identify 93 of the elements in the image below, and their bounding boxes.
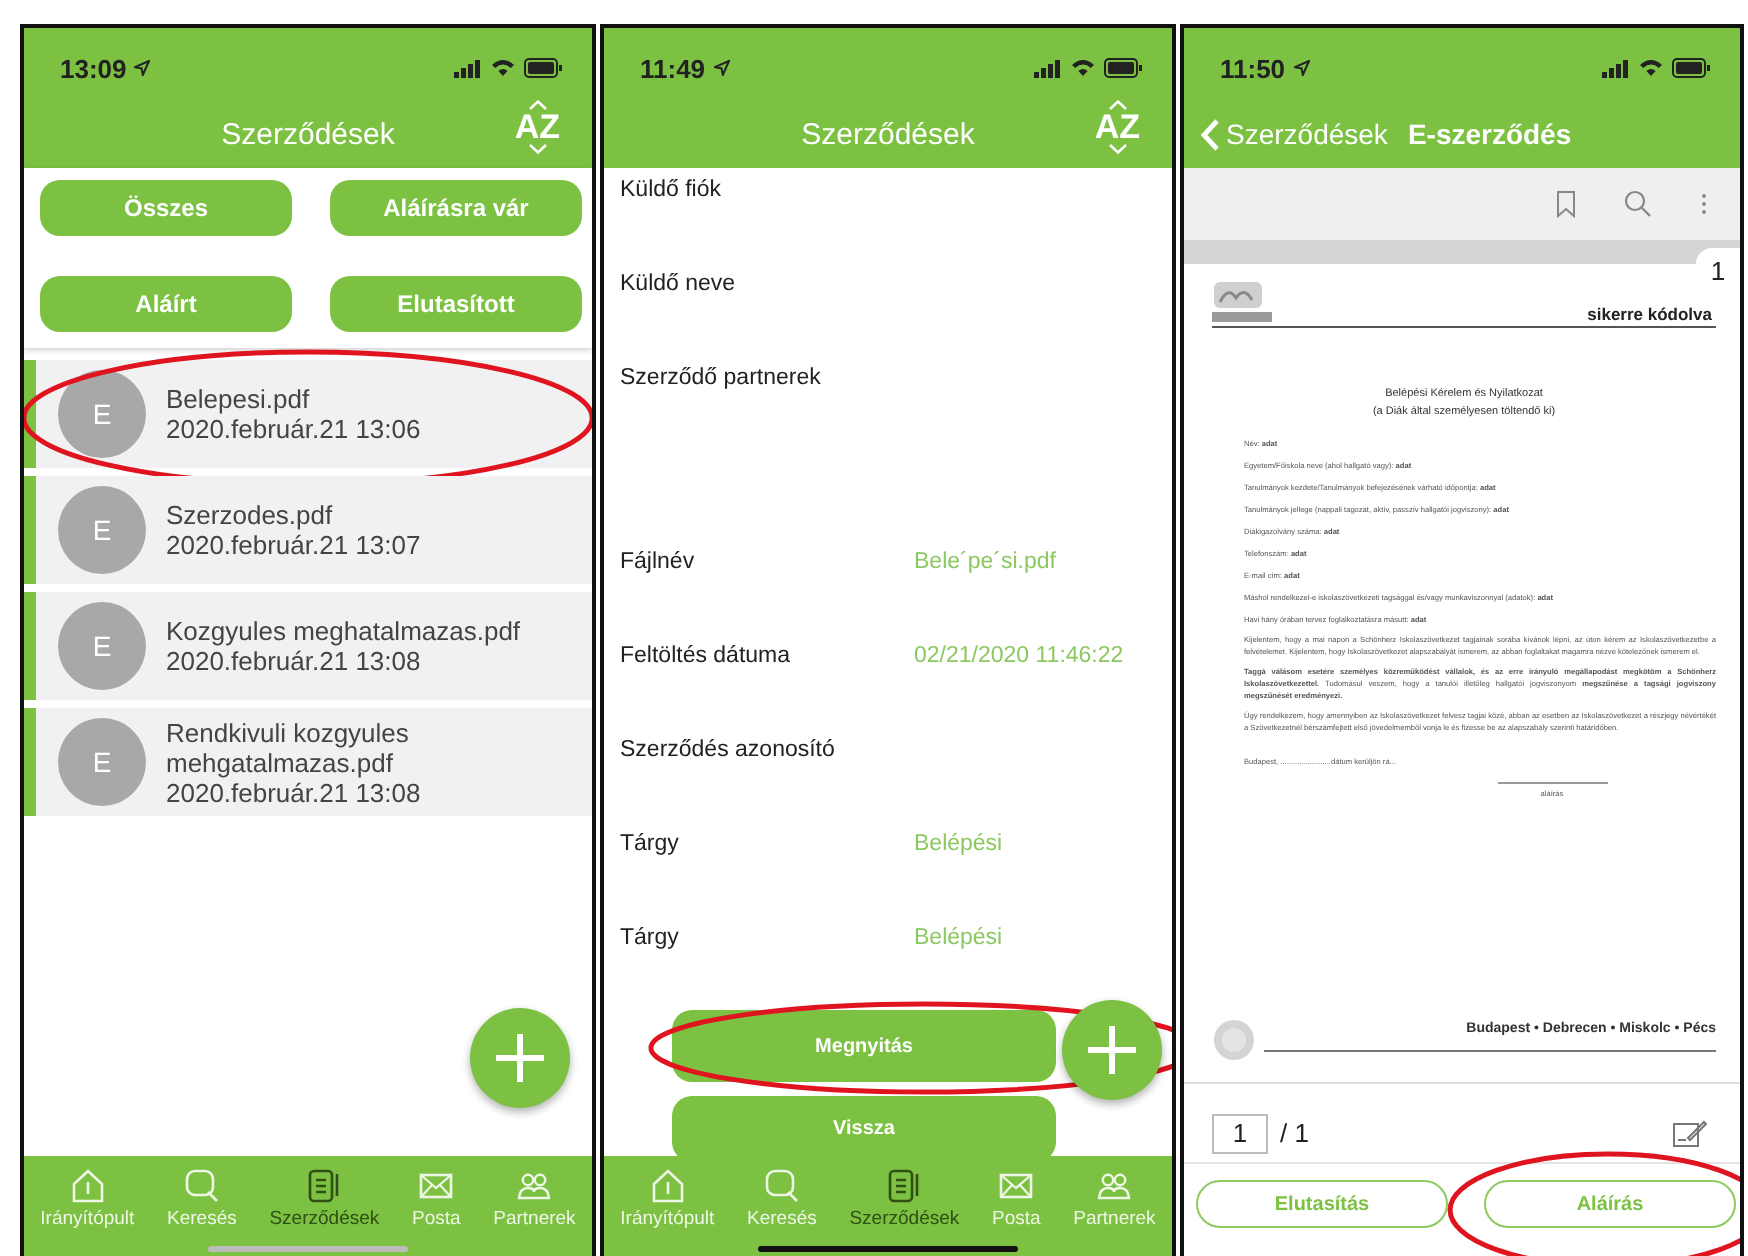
file-name: Szerzodes.pdf <box>166 500 335 530</box>
add-button[interactable] <box>1062 1000 1162 1100</box>
status-label: sikerre kódolva <box>1587 304 1712 324</box>
field-value: Belépési <box>914 832 1003 856</box>
seal-icon <box>1212 1018 1256 1062</box>
more-icon[interactable] <box>1700 192 1708 216</box>
location-icon <box>713 60 730 76</box>
field-label: Feltöltés dátuma <box>620 644 793 668</box>
file-name: Rendkivuli kozgyules mehgatalmazas.pdf <box>166 717 411 777</box>
envelope-icon <box>418 1168 455 1204</box>
envelope-icon <box>998 1168 1035 1204</box>
add-button[interactable] <box>470 1008 570 1108</box>
file-date: 2020.február.21 13:08 <box>166 646 423 676</box>
avatar: E <box>58 370 146 458</box>
signal-icon <box>1602 59 1630 77</box>
filter-button[interactable]: Elutasított <box>330 276 582 332</box>
signal-icon <box>454 59 482 77</box>
chevron-left-icon <box>1200 117 1220 151</box>
field-label: Szerződő partnerek <box>620 366 823 390</box>
tab[interactable]: Irányítópult <box>620 1168 715 1230</box>
signal-icon <box>1034 59 1062 77</box>
back-button[interactable]: Szerződések <box>1200 117 1388 151</box>
screen-title: Szerződések <box>221 117 395 151</box>
document-icon <box>886 1168 923 1204</box>
action-button[interactable]: Vissza <box>672 1096 1056 1162</box>
filter-button[interactable]: Aláírásra vár <box>330 180 582 236</box>
status-time: 13:09 <box>60 53 127 83</box>
action-button[interactable]: Elutasítás <box>1196 1180 1448 1228</box>
field-value: Belépési <box>914 926 1003 950</box>
house-icon <box>69 1168 106 1204</box>
field-value: 02/21/2020 11:46:22 <box>914 644 1124 668</box>
people-icon <box>1096 1168 1133 1204</box>
search-icon <box>183 1168 220 1204</box>
list-item[interactable]: E Kozgyules meghatalmazas.pdf 2020.február.21 13:08 <box>24 592 592 700</box>
caret-up-icon <box>1107 100 1128 110</box>
plus-icon <box>494 1032 546 1084</box>
status-time: 11:49 <box>640 53 706 83</box>
house-icon <box>649 1168 686 1204</box>
search-icon[interactable] <box>1624 190 1652 218</box>
people-icon <box>516 1168 553 1204</box>
file-name: Belepesi.pdf <box>166 384 312 414</box>
avatar: E <box>58 718 146 806</box>
file-date: 2020.február.21 13:07 <box>166 530 423 560</box>
wifi-icon <box>1638 58 1664 78</box>
tab[interactable]: Posta <box>411 1168 461 1230</box>
location-icon <box>1293 60 1310 76</box>
sort-button[interactable]: AZ <box>1094 100 1140 154</box>
page-total: / 1 <box>1280 1118 1309 1148</box>
sort-button[interactable]: AZ <box>514 100 560 154</box>
filter-button[interactable]: Összes <box>40 180 292 236</box>
tab[interactable]: Szerződések <box>269 1168 380 1230</box>
action-button[interactable]: Megnyitás <box>672 1010 1056 1082</box>
file-date: 2020.február.21 13:08 <box>166 777 423 807</box>
list-item[interactable]: E Rendkivuli kozgyules mehgatalmazas.pdf 2020.február.21 13:08 <box>24 708 592 816</box>
plus-icon <box>1086 1024 1138 1076</box>
battery-icon <box>1672 58 1712 78</box>
tab[interactable]: Irányítópult <box>40 1168 135 1230</box>
avatar: E <box>58 602 146 690</box>
bookmark-icon[interactable] <box>1556 190 1576 218</box>
tab[interactable]: Partnerek <box>1073 1168 1156 1230</box>
screen-title: E-szerződés <box>1407 118 1572 150</box>
page-input[interactable]: 1 <box>1212 1113 1268 1153</box>
file-date: 2020.február.21 13:06 <box>166 414 423 444</box>
sign-icon[interactable] <box>1672 1117 1708 1149</box>
field-value: Bele´pe´si.pdf <box>914 550 1056 574</box>
field-label: Tárgy <box>620 926 681 950</box>
screen-title: Szerződések <box>801 117 975 151</box>
wifi-icon <box>1070 58 1096 78</box>
caret-down-icon <box>527 144 548 154</box>
tab[interactable]: Keresés <box>167 1168 237 1230</box>
field-label: Tárgy <box>620 832 681 856</box>
tab[interactable]: Partnerek <box>493 1168 576 1230</box>
battery-icon <box>524 58 564 78</box>
battery-icon <box>1104 58 1144 78</box>
field-label: Küldő fiók <box>620 178 724 202</box>
document-icon <box>306 1168 343 1204</box>
list-item[interactable]: E Szerzodes.pdf 2020.február.21 13:07 <box>24 476 592 584</box>
status-time: 11:50 <box>1220 53 1286 83</box>
filter-button[interactable]: Aláírt <box>40 276 292 332</box>
tab[interactable]: Keresés <box>747 1168 817 1230</box>
field-label: Küldő neve <box>620 272 738 296</box>
tab[interactable]: Szerződések <box>849 1168 960 1230</box>
field-label: Fájlnév <box>620 550 697 574</box>
file-name: Kozgyules meghatalmazas.pdf <box>166 616 523 646</box>
wifi-icon <box>490 58 516 78</box>
search-icon <box>763 1168 800 1204</box>
field-label: Szerződés azonosító <box>620 738 837 762</box>
action-button[interactable]: Aláírás <box>1484 1180 1736 1228</box>
location-icon <box>134 60 151 76</box>
caret-down-icon <box>1107 144 1128 154</box>
avatar: E <box>58 486 146 574</box>
caret-up-icon <box>527 100 548 110</box>
tab[interactable]: Posta <box>991 1168 1041 1230</box>
